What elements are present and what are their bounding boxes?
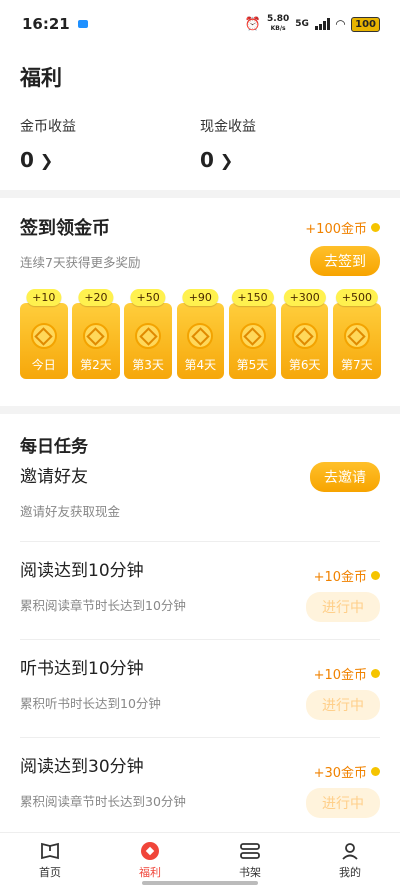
net-speed: 5.80 KB/s — [267, 14, 290, 33]
day-label: 第3天 — [132, 358, 164, 372]
notification-icon — [77, 20, 88, 28]
signin-section: 签到领金币 连续7天获得更多奖励 +100金币 去签到 +10 今日 +20 第… — [0, 198, 400, 406]
battery-icon: 100 — [351, 16, 380, 32]
day-bonus: +10 — [26, 289, 62, 306]
signin-day[interactable]: +50 第3天 — [124, 289, 172, 379]
tab-home[interactable]: 首页 — [0, 833, 100, 889]
in-progress-button[interactable]: 进行中 — [306, 788, 380, 818]
coin-icon — [135, 323, 162, 349]
tab-label: 我的 — [339, 866, 361, 879]
daily-tasks-title: 每日任务 — [20, 437, 88, 457]
task-item: 邀请好友 邀请好友获取现金 去邀请 — [20, 462, 380, 542]
signin-reward: +100金币 — [305, 218, 380, 237]
status-time: 16:21 — [22, 15, 70, 33]
signin-day[interactable]: +300 第6天 — [280, 289, 329, 379]
task-item: 阅读达到10分钟 累积阅读章节时长达到10分钟 +10金币 进行中 — [20, 542, 380, 640]
bottom-tab-bar: 首页 福利 书架 我的 — [0, 832, 400, 889]
task-reward: +10金币 — [314, 664, 380, 683]
bookshelf-icon — [239, 841, 261, 861]
day-label: 第4天 — [184, 358, 217, 372]
day-bonus: +20 — [78, 289, 114, 306]
network-type: 5G — [295, 19, 309, 29]
book-icon — [39, 841, 61, 861]
in-progress-button[interactable]: 进行中 — [306, 690, 380, 720]
task-item: 听书达到10分钟 累积听书时长达到10分钟 +10金币 进行中 — [20, 640, 380, 738]
tab-label: 书架 — [239, 866, 261, 879]
signin-day[interactable]: +150 第5天 — [228, 289, 277, 379]
coin-earnings-label: 金币收益 — [20, 119, 76, 135]
task-desc: 邀请好友获取现金 — [20, 504, 121, 519]
signin-button[interactable]: 去签到 — [310, 246, 380, 276]
cash-earnings-value: 0 — [200, 148, 214, 172]
coin-icon — [371, 223, 380, 232]
earnings-section: 金币收益 0 ❯ 现金收益 0 ❯ — [0, 106, 400, 190]
page-title: 福利 — [20, 66, 62, 90]
invite-button[interactable]: 去邀请 — [310, 462, 380, 492]
day-label: 第7天 — [341, 358, 373, 372]
tab-profile[interactable]: 我的 — [300, 833, 400, 889]
day-label: 第6天 — [288, 358, 321, 372]
chevron-right-icon: ❯ — [39, 150, 54, 170]
day-bonus: +500 — [335, 289, 378, 306]
day-label: 第2天 — [80, 358, 112, 372]
day-bonus: +300 — [283, 289, 326, 306]
status-bar: 16:21 ⏰ 5.80 KB/s 5G ◠ 100 — [0, 0, 400, 48]
signin-day[interactable]: +90 第4天 — [176, 289, 225, 379]
task-item: 阅读达到30分钟 累积阅读章节时长达到30分钟 +30金币 进行中 — [20, 738, 380, 836]
gift-icon — [139, 841, 161, 861]
coin-icon — [371, 571, 380, 580]
coin-icon — [30, 323, 57, 349]
signin-day[interactable]: +20 第2天 — [72, 289, 120, 379]
tab-label: 首页 — [39, 866, 61, 879]
coin-icon — [239, 323, 266, 349]
alarm-icon: ⏰ — [244, 16, 262, 32]
section-divider — [0, 190, 400, 198]
section-divider — [0, 406, 400, 414]
signal-icon — [314, 18, 330, 30]
coin-earnings-value: 0 — [20, 148, 34, 172]
day-bonus: +50 — [130, 289, 166, 306]
coin-earnings[interactable]: 金币收益 0 ❯ — [20, 116, 200, 190]
coin-icon — [82, 323, 109, 349]
task-reward: +30金币 — [314, 762, 380, 781]
chevron-right-icon: ❯ — [219, 150, 234, 170]
cash-earnings[interactable]: 现金收益 0 ❯ — [200, 116, 380, 190]
day-label: 今日 — [31, 358, 56, 372]
signin-days: +10 今日 +20 第2天 +50 第3天 +90 第4天 +150 第5天 … — [20, 289, 381, 379]
coin-icon — [343, 323, 370, 349]
wifi-icon: ◠ — [335, 17, 346, 31]
coin-icon — [371, 767, 380, 776]
coin-icon — [187, 323, 214, 349]
day-bonus: +150 — [231, 289, 274, 306]
signin-day[interactable]: +500 第7天 — [333, 289, 381, 379]
day-label: 第5天 — [236, 358, 269, 372]
coin-icon — [371, 669, 380, 678]
profile-icon — [339, 841, 361, 861]
cash-earnings-label: 现金收益 — [200, 119, 256, 135]
task-reward: +10金币 — [314, 566, 380, 585]
day-bonus: +90 — [182, 289, 218, 306]
home-indicator — [142, 881, 258, 885]
in-progress-button[interactable]: 进行中 — [306, 592, 380, 622]
signin-day[interactable]: +10 今日 — [20, 289, 68, 379]
tab-label: 福利 — [139, 866, 161, 879]
coin-icon — [291, 323, 318, 349]
daily-tasks-section: 每日任务 邀请好友 邀请好友获取现金 去邀请 阅读达到10分钟 累积阅读章节时长… — [0, 414, 400, 836]
